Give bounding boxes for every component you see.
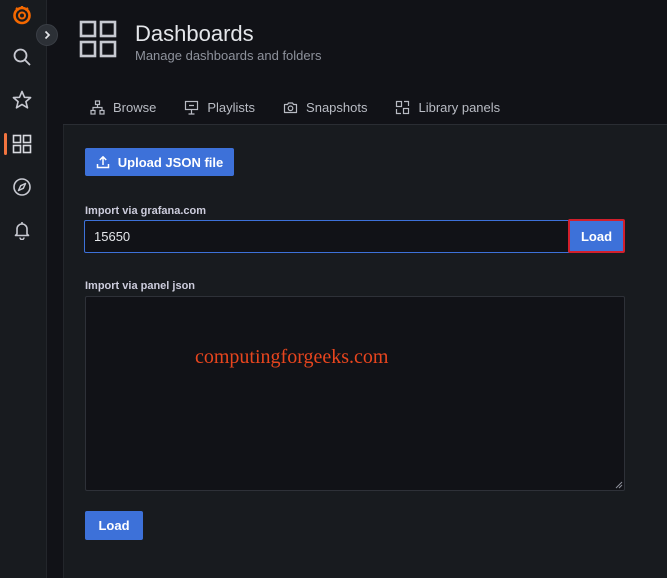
grafana-logo-icon[interactable]	[11, 4, 33, 26]
upload-json-button[interactable]: Upload JSON file	[85, 148, 234, 176]
resize-grip-icon[interactable]	[614, 480, 623, 489]
star-icon[interactable]	[11, 89, 33, 111]
chevron-right-icon	[44, 30, 51, 40]
grafana-com-input-value: 15650	[94, 229, 131, 244]
upload-icon	[96, 156, 110, 169]
library-panels-icon	[396, 100, 410, 114]
dashboards-icon[interactable]	[11, 133, 33, 155]
panel-json-textarea[interactable]	[85, 296, 625, 491]
tab-library-panels-label: Library panels	[418, 99, 501, 115]
upload-json-label: Upload JSON file	[117, 154, 224, 170]
load-button-label: Load	[580, 228, 613, 244]
grafana-com-label: Import via grafana.com	[85, 205, 207, 217]
presentation-icon	[185, 100, 199, 115]
tab-snapshots-label: Snapshots	[306, 99, 368, 115]
tab-bar: Browse Playlists Snapshots Library panel…	[90, 99, 528, 115]
tab-browse-label: Browse	[113, 99, 157, 115]
tab-snapshots[interactable]: Snapshots	[283, 99, 367, 115]
bell-icon[interactable]	[11, 219, 33, 241]
active-indicator	[4, 133, 7, 155]
panel-json-load-button[interactable]: Load	[85, 511, 143, 540]
tab-browse[interactable]: Browse	[90, 99, 156, 115]
dashboards-header-icon	[79, 20, 117, 63]
page-title: Dashboards	[135, 21, 254, 46]
watermark-text: computingforgeeks.com	[195, 346, 389, 368]
tab-playlists[interactable]: Playlists	[184, 99, 255, 115]
camera-icon	[283, 101, 298, 113]
tab-library-panels[interactable]: Library panels	[395, 99, 500, 115]
panel-json-load-label: Load	[98, 518, 130, 533]
panel-json-label: Import via panel json	[85, 280, 196, 292]
tab-playlists-label: Playlists	[207, 99, 256, 115]
compass-icon[interactable]	[11, 176, 33, 198]
sitemap-icon	[90, 99, 105, 115]
load-button[interactable]: Load	[568, 219, 625, 253]
page-subtitle: Manage dashboards and folders	[135, 48, 322, 63]
sidebar	[0, 0, 47, 578]
search-icon[interactable]	[11, 46, 33, 68]
grafana-com-input[interactable]: 15650	[84, 220, 569, 253]
sidebar-expand-button[interactable]	[36, 24, 58, 46]
